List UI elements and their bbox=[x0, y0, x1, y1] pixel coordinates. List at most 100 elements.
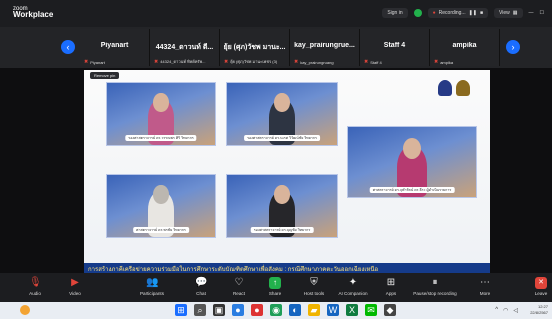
moderator-caption: ศาสตราจารย์ ดร.จุฬารัตน์ ดร.ธีระ ผู้ดำเน… bbox=[369, 187, 455, 193]
speaker-video[interactable]: รองศาสตราจารย์ ดร.บุญชัย วิทยากร bbox=[226, 174, 338, 238]
more-icon: ⋯ bbox=[480, 277, 490, 288]
weather-icon[interactable] bbox=[20, 305, 30, 315]
participants-button[interactable]: 👥 Participants bbox=[134, 273, 170, 302]
mic-off-icon: ✖ bbox=[84, 59, 89, 65]
participant-name: ยุ้ย (ศุภ)วัชพ มานะ... bbox=[223, 44, 286, 51]
chat-label: Chat bbox=[196, 291, 206, 296]
share-button[interactable]: ↑ Share bbox=[262, 273, 288, 302]
security-shield-icon[interactable] bbox=[413, 9, 422, 17]
participants-icon: 👥 bbox=[146, 277, 159, 288]
chat-button[interactable]: 💬 Chat bbox=[188, 273, 214, 302]
apps-icon: ⊞ bbox=[386, 277, 396, 288]
view-button[interactable]: View ▦ bbox=[494, 8, 523, 18]
participants-label: Participants bbox=[139, 291, 164, 296]
logo-bottom: Workplace bbox=[13, 10, 54, 19]
more-button[interactable]: ⋯ More bbox=[472, 273, 498, 302]
video-button[interactable]: ▶ Video bbox=[62, 273, 88, 302]
ai-companion-label: AI Companion bbox=[338, 291, 368, 296]
participant-tile[interactable]: ampika ✖ ampika bbox=[430, 29, 500, 66]
mic-off-icon: ✖ bbox=[154, 58, 159, 65]
title-bar: zoom Workplace Sign in ● Recording... ❚❚ ■ … bbox=[0, 0, 552, 27]
maximize-icon[interactable]: ☐ bbox=[540, 10, 544, 16]
search-icon[interactable]: ⌕ bbox=[194, 304, 206, 316]
participant-tile[interactable]: Piyanart ✖ Piyanart bbox=[80, 29, 150, 66]
mic-off-icon: ✖ bbox=[294, 59, 299, 65]
topic-banner: การสร้างภาคีเครือข่ายความร่วมมือในการศึก… bbox=[84, 263, 490, 273]
audio-label: Audio bbox=[29, 291, 41, 296]
host-tools-label: Host tools bbox=[303, 291, 325, 296]
participant-sub: ✖ Piyanart bbox=[84, 59, 105, 65]
participant-tile[interactable]: ยุ้ย (ศุภ)วัชพ มานะ... ✖ ยุ้ย (ศุภ)วัชพ ม… bbox=[220, 29, 290, 66]
app-icon[interactable]: ● bbox=[251, 304, 263, 316]
speaker-video[interactable]: ศาสตราจารย์ ดร.พรชัย วิทยากร bbox=[106, 174, 216, 238]
participant-tile[interactable]: kay_prairungrue... ✖ kay_prairungruang bbox=[290, 29, 360, 66]
taskbar-clock[interactable]: 12:27 22/8/2567 bbox=[530, 304, 548, 316]
participant-name: Staff 4 bbox=[383, 42, 406, 49]
ai-companion-button[interactable]: ✦ AI Companion bbox=[335, 273, 371, 302]
host-tools-button[interactable]: ⛨ Host tools bbox=[298, 273, 330, 302]
participant-sub: ✖ Staff 4 bbox=[364, 59, 382, 65]
edge-icon[interactable]: ◐ bbox=[289, 304, 301, 316]
participant-sub-label: Piyanart bbox=[90, 59, 105, 65]
system-tray: ^ ◠ ◁ bbox=[495, 307, 518, 314]
record-dot-icon: ● bbox=[432, 10, 436, 16]
minimize-icon[interactable]: — bbox=[529, 10, 534, 16]
chat-icon: 💬 bbox=[195, 277, 208, 288]
apps-button[interactable]: ⊞ Apps bbox=[378, 273, 404, 302]
chevron-right-icon: › bbox=[511, 42, 515, 52]
volume-icon[interactable]: ◁ bbox=[513, 307, 518, 314]
prev-page-button[interactable]: ‹ bbox=[61, 40, 75, 54]
taskbar-apps: ⊞ ⌕ ▣ ● ● ◉ ◐ ▰ W X ✉ ◆ bbox=[175, 304, 396, 316]
audio-button[interactable]: 🎙 Audio bbox=[22, 273, 48, 302]
file-explorer-icon[interactable]: ▰ bbox=[308, 304, 320, 316]
participant-tile[interactable]: Staff 4 ✖ Staff 4 bbox=[360, 29, 430, 66]
mic-off-icon: ✖ bbox=[434, 59, 439, 65]
participant-sub-label: Staff 4 bbox=[370, 59, 382, 65]
chrome-icon[interactable]: ◉ bbox=[270, 304, 282, 316]
participant-sub-label: kay_prairungruang bbox=[300, 59, 334, 65]
title-bar-controls: Sign in ● Recording... ❚❚ ■ View ▦ — ☐ bbox=[382, 6, 552, 20]
participant-sub: ✖ ยุ้ย (ศุภ)วัชพ มานะเพชร (3) bbox=[224, 58, 277, 65]
sign-in-button[interactable]: Sign in bbox=[382, 8, 408, 18]
mic-off-icon: 🎙 bbox=[29, 277, 42, 288]
wifi-icon[interactable]: ◠ bbox=[503, 307, 508, 314]
participant-sub-label: ampika bbox=[440, 59, 454, 65]
participant-sub-label: 44324_ดาวนท์ ทิพย์ทรัพ... bbox=[160, 59, 206, 64]
excel-icon[interactable]: X bbox=[346, 304, 358, 316]
participant-sub: ✖ kay_prairungruang bbox=[294, 59, 334, 65]
speaker-caption: รองศาสตราจารย์ ดร.บุญชัย วิทยากร bbox=[250, 227, 314, 233]
start-icon[interactable]: ⊞ bbox=[175, 304, 187, 316]
participant-tile[interactable]: 44324_ดาวนท์ ตี... ✖ 44324_ดาวนท์ ทิพย์ทร… bbox=[150, 29, 220, 66]
speaker-caption: รองศาสตราจารย์ ดร.วรรณพร ศิริ วิทยากร bbox=[125, 135, 197, 141]
store-icon[interactable]: ◆ bbox=[384, 304, 396, 316]
word-icon[interactable]: W bbox=[327, 304, 339, 316]
leave-icon: ✕ bbox=[535, 277, 547, 289]
shield-icon: ⛨ bbox=[310, 277, 318, 288]
mic-off-icon: ✖ bbox=[364, 59, 369, 65]
next-page-button[interactable]: › bbox=[506, 40, 520, 54]
leave-button[interactable]: ✕ Leave bbox=[530, 273, 552, 302]
pause-icon[interactable]: ❚❚ bbox=[469, 10, 477, 16]
stop-icon[interactable]: ■ bbox=[480, 10, 483, 16]
speaker-video[interactable]: รองศาสตราจารย์ ดร.วรรณพร ศิริ วิทยากร bbox=[106, 82, 216, 146]
topic-banner-text: การสร้างภาคีเครือข่ายความร่วมมือในการศึก… bbox=[88, 267, 379, 273]
more-label: More bbox=[479, 291, 491, 296]
task-view-icon[interactable]: ▣ bbox=[213, 304, 225, 316]
zoom-app-icon[interactable]: ● bbox=[232, 304, 244, 316]
os-taskbar: ⊞ ⌕ ▣ ● ● ◉ ◐ ▰ W X ✉ ◆ ^ ◠ ◁ 12:27 22/8… bbox=[0, 302, 552, 319]
share-icon: ↑ bbox=[269, 277, 281, 289]
chevron-up-icon[interactable]: ^ bbox=[495, 307, 498, 314]
meeting-toolbar: 🎙 Audio ▶ Video 👥 Participants 💬 Chat ♡ React… bbox=[0, 273, 552, 302]
view-label: View bbox=[499, 10, 510, 16]
react-button[interactable]: ♡ React bbox=[226, 273, 252, 302]
participant-sub: ✖ 44324_ดาวนท์ ทิพย์ทรัพ... bbox=[154, 58, 206, 65]
participant-strip: ‹ Piyanart ✖ Piyanart 44324_ดาวนท์ ตี... … bbox=[0, 27, 552, 68]
ai-companion-icon: ✦ bbox=[348, 277, 358, 288]
recording-indicator[interactable]: ● Recording... ❚❚ ■ bbox=[427, 8, 489, 18]
line-icon[interactable]: ✉ bbox=[365, 304, 377, 316]
pause-stop-recording-button[interactable]: ⏸ Pause/stop recording bbox=[410, 273, 460, 302]
remove-pin-button[interactable]: Remove pin bbox=[90, 72, 120, 79]
moderator-video[interactable]: ศาสตราจารย์ ดร.จุฬารัตน์ ดร.ธีระ ผู้ดำเน… bbox=[347, 126, 477, 198]
speaker-video[interactable]: รองศาสตราจารย์ ดร.นเรศ วิวัฒน์ชัย วิทยาก… bbox=[226, 82, 338, 146]
participant-sub-label: ยุ้ย (ศุภ)วัชพ มานะเพชร (3) bbox=[230, 59, 278, 64]
